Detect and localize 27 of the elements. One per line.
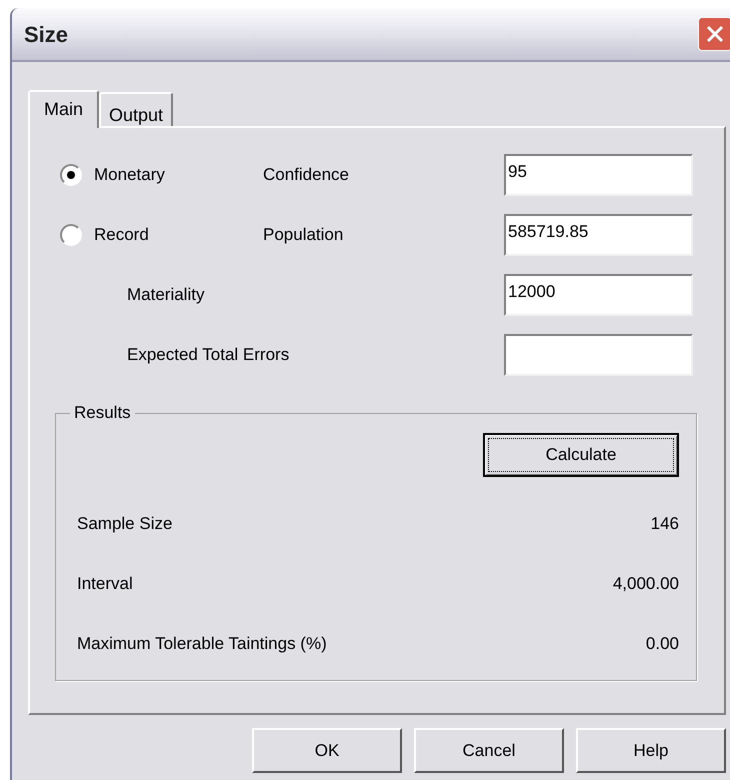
radio-label: Record — [94, 224, 149, 246]
text-field[interactable]: 585719.85 — [504, 214, 693, 256]
close-icon — [705, 24, 725, 44]
field-label: Expected Total Errors — [126, 344, 290, 366]
text-field[interactable] — [504, 334, 693, 376]
result-value: 0.00 — [646, 633, 679, 656]
radio-button[interactable] — [60, 164, 82, 186]
calculate-button[interactable]: Calculate — [483, 433, 679, 477]
field-label: Materiality — [126, 284, 206, 306]
result-label: Interval — [77, 573, 133, 596]
radio-button[interactable] — [60, 224, 82, 246]
tab[interactable]: Main — [28, 90, 100, 128]
text-field[interactable]: 12000 — [504, 274, 693, 316]
text-field[interactable]: 95 — [504, 154, 693, 196]
close-button[interactable] — [698, 17, 730, 51]
dialog-button[interactable]: OK — [252, 728, 402, 773]
result-label: Sample Size — [77, 513, 172, 536]
result-value: 4,000.00 — [612, 573, 679, 596]
dialog-button[interactable]: Cancel — [414, 728, 564, 773]
dialog-button[interactable]: Help — [576, 728, 726, 773]
radio-label: Monetary — [94, 164, 165, 186]
field-label: Population — [263, 224, 344, 246]
tab[interactable]: Output — [99, 92, 174, 126]
field-label: Confidence — [263, 164, 350, 186]
window-title: Size — [24, 20, 68, 48]
result-value: 146 — [650, 513, 679, 536]
result-label: Maximum Tolerable Taintings (%) — [77, 633, 327, 656]
